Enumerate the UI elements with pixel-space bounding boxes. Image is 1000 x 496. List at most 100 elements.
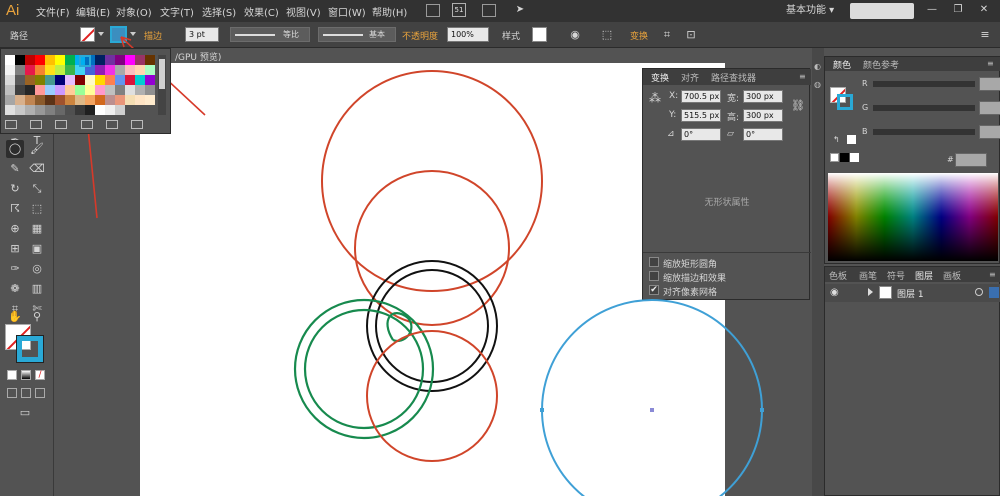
visibility-eye-icon[interactable]: ◉ [830,287,839,298]
color-swatch[interactable] [65,55,75,65]
color-swatch[interactable] [135,75,145,85]
color-swatch[interactable] [35,65,45,75]
panel-menu-icon[interactable]: ≡ [978,28,992,42]
stroke-swatch[interactable] [110,26,127,43]
document-tab[interactable]: /GPU 预览) [171,48,641,63]
color-swatch[interactable] [145,65,155,75]
tab-swatches[interactable]: 色板 [829,269,847,282]
channel-g-field[interactable] [979,101,1000,115]
new-swatch-icon[interactable] [105,120,118,129]
color-swatch[interactable] [5,95,15,105]
gradient-icon[interactable]: ▣ [28,240,46,258]
eraser-icon[interactable]: ⌫ [28,160,46,178]
color-swatch[interactable] [115,105,125,115]
height-field[interactable]: 300 px [743,109,783,122]
color-swatch[interactable] [65,105,75,115]
color-swatch[interactable] [125,65,135,75]
white-swatch[interactable] [850,153,859,162]
scale-strokes-checkbox[interactable] [649,271,659,281]
color-swatch[interactable] [115,55,125,65]
scale-corners-checkbox[interactable] [649,257,659,267]
color-swatch[interactable] [105,75,115,85]
color-swatch[interactable] [35,85,45,95]
color-swatch[interactable] [65,75,75,85]
tab-transform[interactable]: 变换 [651,71,669,84]
color-swatch[interactable] [135,55,145,65]
color-swatch[interactable] [115,75,125,85]
scale-icon[interactable]: ⤡ [28,180,46,198]
arrange-documents-icon[interactable] [482,4,496,17]
color-swatch[interactable] [5,55,15,65]
gradient-mode-icon[interactable] [21,370,31,380]
color-swatch[interactable] [35,75,45,85]
panel-menu-icon[interactable]: ≡ [799,72,806,81]
free-transform-icon[interactable]: ⬚ [28,200,46,218]
menu-type[interactable]: 文字(T) [160,4,194,19]
panel-menu-icon[interactable]: ≡ [989,270,996,279]
swatch-scrollbar[interactable] [158,55,166,115]
transform-label[interactable]: 变换 [630,29,648,42]
rotate-field[interactable]: 0° [681,128,721,141]
shear-field[interactable]: 0° [743,128,783,141]
anchor-point-right[interactable] [760,408,764,412]
channel-b-field[interactable] [979,125,1000,139]
align-icon[interactable]: ⬚ [600,28,614,42]
panel-menu-icon[interactable]: ≡ [987,59,994,68]
show-kinds-icon[interactable] [30,120,43,129]
color-swatch[interactable] [25,105,35,115]
color-swatch[interactable] [15,65,25,75]
tab-align[interactable]: 对齐 [681,71,699,84]
color-swatch[interactable] [35,95,45,105]
color-swatch[interactable] [75,105,85,115]
x-field[interactable]: 700.5 px [681,90,721,103]
width-field[interactable]: 300 px [743,90,783,103]
color-swatch[interactable] [55,75,65,85]
none-swatch[interactable] [830,153,839,162]
menu-select[interactable]: 选择(S) [202,4,236,19]
color-swatch[interactable] [5,65,15,75]
color-swatch[interactable] [25,55,35,65]
menu-window[interactable]: 窗口(W) [328,4,366,19]
color-swatch[interactable] [45,75,55,85]
color-swatch[interactable] [95,65,105,75]
minimize-icon[interactable]: — [924,4,940,18]
opacity-label[interactable]: 不透明度 [402,29,438,42]
tab-brushes[interactable]: 画笔 [859,269,877,282]
color-swatch[interactable] [55,85,65,95]
color-swatch[interactable] [135,85,145,95]
draw-behind-icon[interactable] [21,388,31,398]
blend-icon[interactable]: ◎ [28,260,46,278]
help-search-input[interactable] [850,3,914,19]
color-swatch[interactable] [55,95,65,105]
fill-swatch[interactable] [80,27,95,42]
color-swatch[interactable] [105,105,115,115]
color-swatch[interactable] [125,95,135,105]
color-stroke-box[interactable] [837,94,853,110]
stroke-label[interactable]: 描边 [144,29,162,42]
color-swatch[interactable] [75,85,85,95]
none-mode-icon[interactable]: / [35,370,45,380]
column-graph-icon[interactable]: ▥ [28,280,46,298]
ellipse-icon[interactable]: ◯ [6,140,24,158]
constrain-proportions-icon[interactable]: ⛓ [791,99,805,112]
draw-normal-icon[interactable] [7,388,17,398]
color-swatch[interactable] [45,55,55,65]
stroke-weight-field[interactable]: 3 pt [185,27,219,42]
stroke-color-box[interactable] [16,335,44,363]
color-spectrum[interactable] [828,173,998,261]
color-swatch[interactable] [45,65,55,75]
layer-selection-indicator[interactable] [989,287,999,298]
color-swatch[interactable] [145,75,155,85]
paintbrush-icon[interactable]: 🖌 [28,140,46,158]
perspective-icon[interactable]: ▦ [28,220,46,238]
color-swatch[interactable] [95,85,105,95]
color-swatch[interactable] [25,85,35,95]
color-mode-icon[interactable] [7,370,17,380]
color-swatch[interactable] [105,85,115,95]
color-swatch[interactable] [135,95,145,105]
menu-file[interactable]: 文件(F) [36,4,70,19]
maximize-icon[interactable]: ❐ [950,4,966,18]
color-swatch[interactable] [15,95,25,105]
tab-symbols[interactable]: 符号 [887,269,905,282]
workspace-switcher[interactable]: 基本功能 ▾ [780,3,840,19]
